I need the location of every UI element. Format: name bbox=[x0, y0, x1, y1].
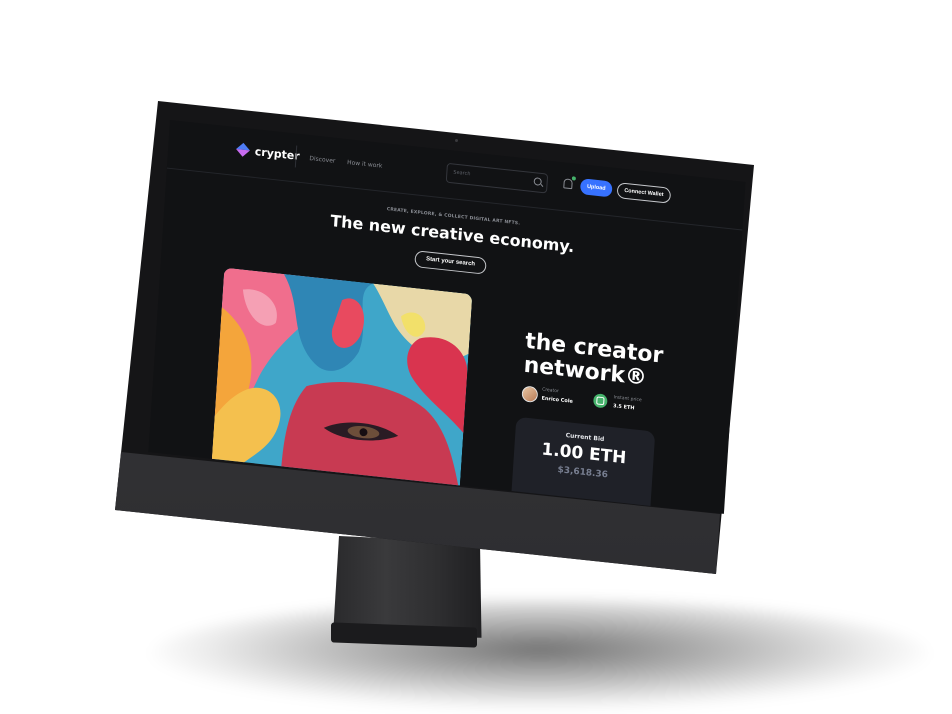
search-placeholder: Search bbox=[453, 169, 471, 178]
notification-dot bbox=[571, 176, 577, 181]
logo-icon bbox=[235, 142, 251, 158]
monitor: crypter Discover How it work Search Uplo… bbox=[0, 0, 952, 714]
camera-dot bbox=[455, 139, 458, 142]
bell-icon[interactable] bbox=[563, 178, 573, 190]
instant-price-value: 3.5 ETH bbox=[612, 403, 635, 412]
creator-name[interactable]: Enrico Cole bbox=[541, 396, 573, 405]
creator-avatar[interactable] bbox=[521, 385, 539, 404]
nav-link-how-it-work[interactable]: How it work bbox=[347, 159, 383, 170]
artwork-image[interactable] bbox=[211, 267, 473, 493]
connect-wallet-button[interactable]: Connect Wallet bbox=[616, 182, 672, 204]
instant-price-label: Instant price bbox=[613, 395, 642, 404]
feature-title: the creator network® bbox=[522, 328, 664, 391]
nav-link-discover[interactable]: Discover bbox=[309, 155, 335, 165]
creator-label: Creator bbox=[541, 387, 559, 395]
logo[interactable]: crypter bbox=[235, 142, 301, 163]
upload-button[interactable]: Upload bbox=[579, 178, 613, 198]
start-search-button[interactable]: Start your search bbox=[414, 250, 487, 275]
screen: crypter Discover How it work Search Uplo… bbox=[148, 120, 746, 514]
brand-name: crypter bbox=[254, 144, 301, 163]
price-icon bbox=[592, 393, 608, 409]
search-input[interactable]: Search bbox=[445, 162, 549, 194]
search-icon[interactable] bbox=[533, 177, 542, 186]
